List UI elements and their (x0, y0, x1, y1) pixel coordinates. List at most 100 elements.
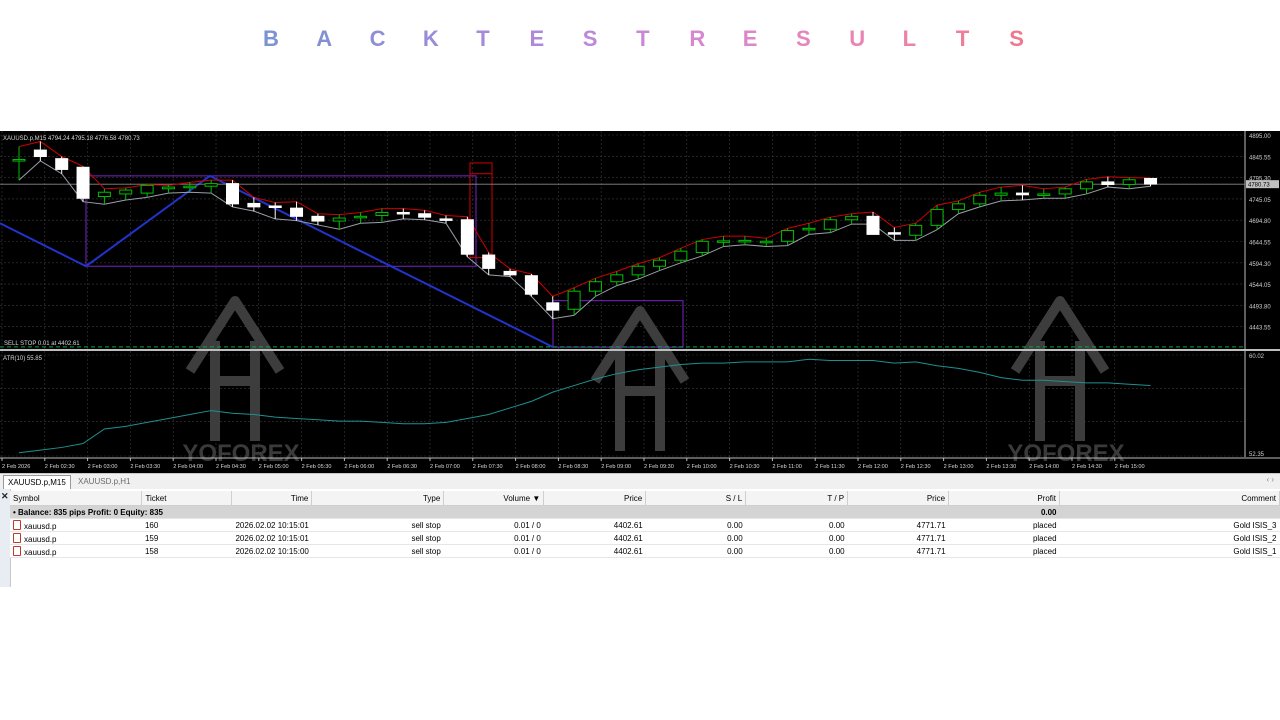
sort-down-icon: ▼ (532, 493, 541, 503)
candle-body (695, 240, 709, 253)
price-tick-label: 4745.05 (1249, 198, 1271, 204)
chart-tabs: XAUUSD.p,M15 XAUUSD.p,H1 ‹ › (0, 473, 1280, 490)
title-letter: E (742, 26, 758, 51)
row-tp: 0.00 (745, 544, 848, 558)
title-letter: K (422, 26, 439, 51)
title-letter: S (582, 26, 598, 51)
time-tick-label: 2 Feb 07:00 (430, 464, 460, 470)
chart-canvas[interactable]: YOFOREX YOFOREX4895.004845.554795.304745.… (0, 131, 1280, 473)
col-ticket[interactable]: Ticket (141, 491, 233, 506)
row-time: 2026.02.02 10:15:01 (231, 518, 312, 532)
row-symbol: xauusd.p (10, 531, 142, 545)
time-tick-label: 2 Feb 03:30 (130, 464, 160, 470)
title-letter: B (263, 26, 279, 51)
price-tick-label: 4644.55 (1249, 241, 1271, 247)
time-tick-label: 2 Feb 09:30 (644, 464, 674, 470)
candle-body (1080, 181, 1093, 190)
candle-body (375, 211, 389, 216)
row-time: 2026.02.02 10:15:00 (231, 544, 312, 558)
terminal-panel: ✕ Symbol Ticket Time Type Volume ▼ Price… (0, 489, 1280, 587)
title-letter: E (529, 26, 545, 51)
chart-info-label: XAUUSD.p,M15 4794.24 4795.18 4776.58 478… (3, 136, 140, 142)
price-tick-label: 4694.80 (1249, 219, 1271, 225)
orders-table: Symbol Ticket Time Type Volume ▼ Price S… (10, 491, 1280, 558)
candle-body (460, 219, 474, 255)
candle-body (909, 224, 923, 236)
col-comment[interactable]: Comment (1059, 491, 1280, 506)
candle-body (781, 230, 795, 242)
tab-xauusd-m15[interactable]: XAUUSD.p,M15 (3, 475, 71, 489)
row-price: 4402.61 (543, 518, 646, 532)
balance-profit: 0.00 (948, 505, 1060, 519)
tab-scroll-arrows-icon[interactable]: ‹ › (1266, 475, 1274, 484)
time-tick-label: 2 Feb 08:00 (516, 464, 546, 470)
atr-tick-label: 60.02 (1249, 354, 1265, 360)
candle-body (1058, 188, 1072, 195)
tab-xauusd-h1[interactable]: XAUUSD.p,H1 (74, 475, 134, 488)
candle-body (930, 208, 944, 226)
candle-body (503, 270, 517, 276)
time-tick-label: 2 Feb 13:00 (944, 464, 974, 470)
row-profit: placed (948, 531, 1060, 545)
time-tick-label: 2 Feb 08:30 (558, 464, 588, 470)
balance-empty-cell (1059, 505, 1280, 519)
col-profit[interactable]: Profit (948, 491, 1061, 506)
price-chart[interactable]: YOFOREX YOFOREX 4895.00 4845.55 4795.30 4745.… (0, 131, 1280, 473)
title-letter: A (316, 26, 333, 51)
candle-body (33, 149, 47, 158)
row-tp: 0.00 (745, 531, 848, 545)
candle-body (119, 189, 133, 195)
col-price[interactable]: Price (543, 491, 647, 506)
col-time[interactable]: Time (231, 491, 313, 506)
col-sl[interactable]: S / L (645, 491, 747, 506)
order-line-label: SELL STOP 0.01 at 4402.61 (4, 341, 80, 347)
row-tp: 0.00 (745, 518, 848, 532)
time-tick-label: 2 Feb 10:30 (730, 464, 760, 470)
row-time: 2026.02.02 10:15:01 (231, 531, 312, 545)
row-volume: 0.01 / 0 (443, 531, 544, 545)
table-row[interactable]: xauusd.p 158 2026.02.02 10:15:00 sell st… (10, 544, 1280, 558)
row-price: 4402.61 (543, 531, 646, 545)
row-current-price: 4771.71 (847, 531, 949, 545)
col-volume[interactable]: Volume ▼ (443, 491, 545, 506)
page-title: BACKTESTRESULTS (0, 26, 1280, 56)
table-row[interactable]: xauusd.p 160 2026.02.02 10:15:01 sell st… (10, 518, 1280, 532)
candle-body (823, 219, 837, 230)
candle-body (973, 194, 987, 205)
price-tick-label: 4895.00 (1249, 134, 1271, 140)
time-tick-label: 2 Feb 06:30 (387, 464, 417, 470)
title-letter: T (636, 26, 650, 51)
time-tick-label: 2 Feb 02:30 (45, 464, 75, 470)
time-tick-label: 2 Feb 12:30 (901, 464, 931, 470)
title-letter: S (1009, 26, 1024, 51)
col-tp[interactable]: T / P (745, 491, 849, 506)
close-icon[interactable]: ✕ (1, 491, 9, 502)
row-price: 4402.61 (543, 544, 646, 558)
col-type[interactable]: Type (311, 491, 445, 506)
candle-body (994, 192, 1008, 196)
row-comment: Gold ISIS_1 (1059, 544, 1280, 558)
row-ticket: 159 (141, 531, 232, 545)
col-symbol[interactable]: Symbol (10, 491, 143, 506)
candle-body (588, 281, 602, 292)
candle-body (482, 254, 496, 269)
watermark-text: YOFOREX (1007, 440, 1124, 467)
candle-body (226, 183, 239, 205)
time-tick-label: 2 Feb 03:00 (88, 464, 118, 470)
candle-body (802, 227, 816, 231)
order-icon (13, 519, 21, 530)
candle-body (759, 240, 773, 244)
candle-body (887, 232, 901, 235)
time-tick-label: 2 Feb 14:00 (1029, 464, 1059, 470)
candle-body (845, 215, 859, 221)
row-current-price: 4771.71 (847, 544, 949, 558)
row-volume: 0.01 / 0 (443, 518, 544, 532)
candle-body (674, 250, 688, 261)
row-symbol: xauusd.p (10, 544, 142, 558)
time-tick-label: 2 Feb 14:30 (1072, 464, 1102, 470)
table-row[interactable]: xauusd.p 159 2026.02.02 10:15:01 sell st… (10, 531, 1280, 545)
candle-body (55, 158, 69, 170)
title-letter: R (689, 26, 706, 51)
col-current-price[interactable]: Price (847, 491, 950, 506)
candle-body (354, 215, 368, 219)
